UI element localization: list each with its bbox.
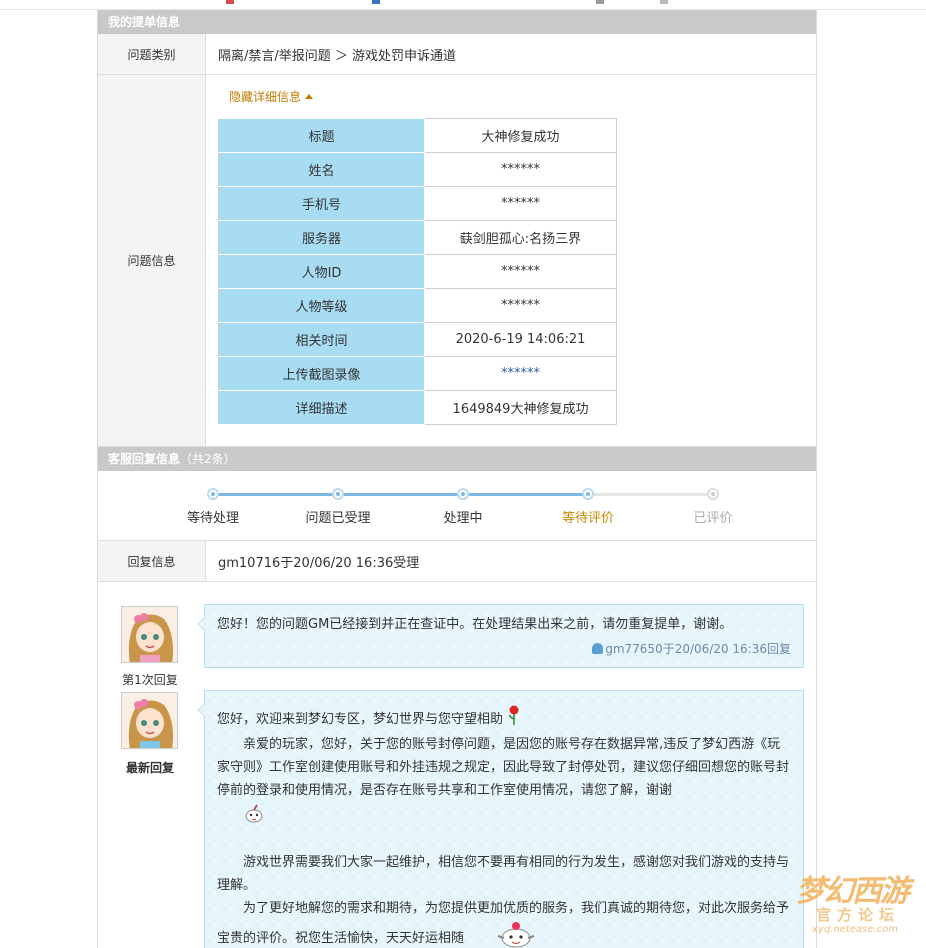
hide-details-label: 隐藏详细信息 [229,90,302,104]
step-processing: 处理中 [443,511,483,526]
reply-info-row: 回复信息 gm10716于20/06/20 16:36受理 [98,541,816,582]
reply-bubble-2: 您好，欢迎来到梦幻专区，梦幻世界与您守望相助 亲爱的玩家，您好，关于您的账号封停… [197,690,804,948]
field-key: 相关时间 [218,322,425,357]
nav-marker [372,0,380,4]
category-row: 问题类别 隔离/禁言/举报问题 ＞ 游戏处罚申诉通道 [98,34,816,75]
problem-info-content: 隐藏详细信息 标题 大神修复成功 姓名 ****** 手机号 ****** 服务器 蒛剑… [206,75,816,446]
reply-section-title: 客服回复信息 [108,452,181,466]
reply-2-para-2: 游戏世界需要我们大家一起维护，相信您不要再有相同的行为发生，感谢您对我们游戏的支… [217,855,790,893]
forum-watermark-logo: 梦幻西游 官方论坛 xyq.netease.com [796,866,916,942]
nav-marker [596,0,604,4]
table-row: 手机号 ****** [218,186,617,221]
progress-dot [207,488,219,500]
progress-dot [457,488,469,500]
field-key: 人物ID [218,254,425,289]
field-value: ****** [424,288,617,323]
field-key: 姓名 [218,152,425,187]
table-row: 服务器 蒛剑胆孤心:名扬三界 [218,220,617,255]
field-value: 大神修复成功 [424,118,617,153]
reply-conversation: 第1次回复 您好！您的问题GM已经接到并正在查证中。在处理结果出来之前，请勿重复… [98,582,816,948]
step-rated: 已评价 [693,511,733,526]
progress-dot [582,488,594,500]
problem-info-label: 问题信息 [98,75,206,446]
watermark-subtitle: 官方论坛 [816,906,901,924]
field-value: 2020-6-19 14:06:21 [424,322,617,357]
field-value: ****** [424,186,617,221]
watermark-url: xyq.netease.com [812,924,898,935]
reply-info-value: gm10716于20/06/20 16:36受理 [218,555,420,571]
reply-info-label: 回复信息 [98,541,206,581]
agent-avatar [121,606,178,663]
field-key: 标题 [218,118,425,153]
table-row: 详细描述 1649849大神修复成功 [218,390,617,425]
bubble-arrow [197,617,205,631]
hide-details-toggle[interactable]: 隐藏详细信息 [229,88,314,105]
table-row: 上传截图录像 ****** [218,356,617,391]
user-icon [592,643,604,654]
reply-1-text: 您好！您的问题GM已经接到并正在查证中。在处理结果出来之前，请勿重复提单，谢谢。 [217,617,733,632]
field-value: ****** [424,152,617,187]
ticket-detail-panel: 我的提单信息 问题类别 隔离/禁言/举报问题 ＞ 游戏处罚申诉通道 问题信息 隐… [97,10,817,948]
table-row: 人物ID ****** [218,254,617,289]
step-waiting: 等待处理 [186,511,239,526]
step-awaiting-rating[interactable]: 等待评价 [538,507,638,526]
caret-up-icon [305,94,314,99]
category-value: 隔离/禁言/举报问题 ＞ 游戏处罚申诉通道 [218,48,457,64]
nav-marker [660,0,668,4]
field-key: 服务器 [218,220,425,255]
agent-avatar [121,692,178,749]
category-label: 问题类别 [98,34,206,74]
table-row: 相关时间 2020-6-19 14:06:21 [218,322,617,357]
progress-track-done [213,493,588,496]
step-accepted: 问题已受理 [305,511,371,526]
nav-marker [226,0,234,4]
field-key: 详细描述 [218,390,425,425]
form-section-title: 我的提单信息 [108,15,181,29]
field-key: 上传截图录像 [218,356,425,391]
screenshot-link[interactable]: ****** [424,356,617,391]
progress-dot [707,488,719,500]
top-nav-strip [0,0,926,10]
first-reply-label: 第1次回复 [122,673,178,687]
mascot-emoji-icon [468,920,538,948]
field-value: 1649849大神修复成功 [424,390,617,425]
field-value: ****** [424,254,617,289]
field-key: 手机号 [218,186,425,221]
progress-track-pending [588,493,713,496]
reply-1-signature-text: gm77650于20/06/20 16:36回复 [605,642,791,656]
reply-count: （共2条） [180,452,236,466]
problem-info-row: 问题信息 隐藏详细信息 标题 大神修复成功 姓名 ****** 手机号 ****** … [98,75,816,447]
rose-icon [507,705,521,733]
progress-dot [332,488,344,500]
reply-2-greeting: 您好，欢迎来到梦幻专区，梦幻世界与您守望相助 [217,712,504,727]
field-key: 人物等级 [218,288,425,323]
bubble-arrow [197,703,205,717]
table-row: 标题 大神修复成功 [218,118,617,153]
reply-bubble-1: 您好！您的问题GM已经接到并正在查证中。在处理结果出来之前，请勿重复提单，谢谢。… [197,604,804,668]
latest-reply-label: 最新回复 [125,761,174,775]
progress-tracker: 等待处理 问题已受理 处理中 等待评价 已评价 [98,471,816,541]
reply-section-header: 客服回复信息（共2条） [98,447,816,471]
field-value: 蒛剑胆孤心:名扬三界 [424,220,617,255]
table-row: 姓名 ****** [218,152,617,187]
reply-2-para-1: 亲爱的玩家，您好，关于您的账号封停问题，是因您的账号存在数据异常,违反了梦幻西游… [217,737,790,798]
table-row: 人物等级 ****** [218,288,617,323]
mascot-emoji-icon [217,803,265,831]
form-section-header: 我的提单信息 [98,10,816,34]
reply-1-signature: gm77650于20/06/20 16:36回复 [592,638,791,661]
details-table: 标题 大神修复成功 姓名 ****** 手机号 ****** 服务器 蒛剑胆孤心:名扬三… [218,118,617,425]
